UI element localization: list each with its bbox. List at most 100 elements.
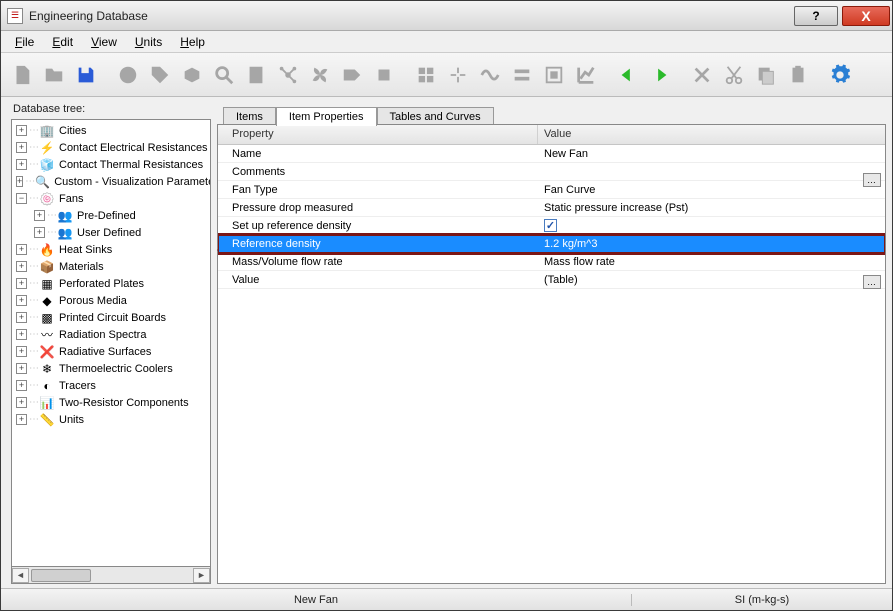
property-row[interactable]: Value(Table)… — [218, 271, 885, 289]
layers-icon[interactable] — [507, 60, 537, 90]
fan-icon[interactable] — [305, 60, 335, 90]
node-icon[interactable] — [273, 60, 303, 90]
property-value[interactable]: Static pressure increase (Pst) — [538, 202, 885, 214]
property-value[interactable]: Mass flow rate — [538, 256, 885, 268]
tree-item[interactable]: +⋯📊Two-Resistor Components — [12, 394, 210, 411]
tree-item[interactable]: +⋯◆Porous Media — [12, 292, 210, 309]
tree-item[interactable]: +⋯❄Thermoelectric Coolers — [12, 360, 210, 377]
expand-toggle[interactable]: + — [16, 176, 23, 187]
forward-icon[interactable] — [645, 60, 675, 90]
tree-item[interactable]: +⋯⚡Contact Electrical Resistances — [12, 139, 210, 156]
tree-item[interactable]: +⋯📏Units — [12, 411, 210, 428]
scroll-right-icon[interactable]: ► — [193, 568, 210, 583]
copy-icon[interactable] — [751, 60, 781, 90]
board-icon[interactable] — [539, 60, 569, 90]
toolbar — [1, 53, 892, 97]
menu-view[interactable]: View — [83, 33, 125, 51]
property-row[interactable]: Reference density1.2 kg/m^3 — [218, 235, 885, 253]
property-value[interactable]: 1.2 kg/m^3 — [538, 238, 885, 250]
database-tree[interactable]: +⋯🏢Cities+⋯⚡Contact Electrical Resistanc… — [11, 119, 211, 567]
tree-item[interactable]: +⋯▩Printed Circuit Boards — [12, 309, 210, 326]
expand-toggle[interactable]: + — [16, 312, 27, 323]
expand-toggle[interactable]: + — [16, 397, 27, 408]
tree-item[interactable]: +⋯〰Radiation Spectra — [12, 326, 210, 343]
grid-icon[interactable] — [411, 60, 441, 90]
menu-edit[interactable]: Edit — [44, 33, 81, 51]
expand-toggle[interactable]: + — [16, 125, 27, 136]
expand-toggle[interactable]: − — [16, 193, 27, 204]
gear-icon[interactable] — [825, 60, 855, 90]
tree-item[interactable]: +⋯◐Tracers — [12, 377, 210, 394]
expand-toggle[interactable]: + — [16, 363, 27, 374]
expand-toggle[interactable]: + — [16, 278, 27, 289]
expand-toggle[interactable]: + — [16, 329, 27, 340]
menu-help[interactable]: Help — [172, 33, 213, 51]
checkbox[interactable]: ✓ — [544, 219, 557, 232]
property-row[interactable]: Set up reference density✓ — [218, 217, 885, 235]
back-icon[interactable] — [613, 60, 643, 90]
tree-item[interactable]: +⋯❌Radiative Surfaces — [12, 343, 210, 360]
search-icon[interactable] — [209, 60, 239, 90]
property-value[interactable]: New Fan — [538, 148, 885, 160]
tree-item-icon: 🔍 — [35, 175, 50, 189]
col-value[interactable]: Value — [538, 125, 885, 144]
tree-item[interactable]: +⋯📦Materials — [12, 258, 210, 275]
folder-icon[interactable] — [39, 60, 69, 90]
tree-item[interactable]: +⋯👥User Defined — [12, 224, 210, 241]
property-row[interactable]: NameNew Fan — [218, 145, 885, 163]
tree-item-label: Cities — [59, 125, 87, 137]
menu-file[interactable]: File — [7, 33, 42, 51]
expand-toggle[interactable]: + — [16, 159, 27, 170]
tree-item[interactable]: −⋯🍥Fans — [12, 190, 210, 207]
tree-item[interactable]: +⋯🔍Custom - Visualization Parameters — [12, 173, 210, 190]
tree-item[interactable]: +⋯🏢Cities — [12, 122, 210, 139]
expand-toggle[interactable]: + — [16, 346, 27, 357]
scroll-thumb[interactable] — [31, 569, 91, 582]
tree-item[interactable]: +⋯🧊Contact Thermal Resistances — [12, 156, 210, 173]
align-icon[interactable] — [443, 60, 473, 90]
wave-icon[interactable] — [475, 60, 505, 90]
col-property[interactable]: Property — [218, 125, 538, 144]
tab-item-properties[interactable]: Item Properties — [276, 107, 377, 126]
chip-icon[interactable] — [369, 60, 399, 90]
expand-toggle[interactable]: + — [16, 380, 27, 391]
tree-hscrollbar[interactable]: ◄ ► — [11, 567, 211, 584]
ellipsis-button[interactable]: … — [863, 275, 881, 289]
label-icon[interactable] — [337, 60, 367, 90]
expand-toggle[interactable]: + — [16, 244, 27, 255]
expand-toggle[interactable]: + — [34, 227, 45, 238]
expand-toggle[interactable]: + — [16, 261, 27, 272]
property-name: Pressure drop measured — [218, 202, 538, 214]
expand-toggle[interactable]: + — [16, 414, 27, 425]
property-value[interactable]: Fan Curve — [538, 184, 885, 196]
property-row[interactable]: Comments… — [218, 163, 885, 181]
paste-icon[interactable] — [783, 60, 813, 90]
sphere-icon[interactable] — [113, 60, 143, 90]
delete-icon[interactable] — [687, 60, 717, 90]
tree-item[interactable]: +⋯👥Pre-Defined — [12, 207, 210, 224]
expand-toggle[interactable]: + — [16, 295, 27, 306]
expand-toggle[interactable]: + — [34, 210, 45, 221]
cube-icon[interactable] — [177, 60, 207, 90]
doc-icon[interactable] — [241, 60, 271, 90]
property-row[interactable]: Mass/Volume flow rateMass flow rate — [218, 253, 885, 271]
property-row[interactable]: Pressure drop measuredStatic pressure in… — [218, 199, 885, 217]
scroll-left-icon[interactable]: ◄ — [12, 568, 29, 583]
expand-toggle[interactable]: + — [16, 142, 27, 153]
help-button[interactable]: ? — [794, 6, 838, 26]
tree-item-icon: 👥 — [57, 209, 73, 223]
new-icon[interactable] — [7, 60, 37, 90]
menu-units[interactable]: Units — [127, 33, 170, 51]
property-value[interactable]: (Table)… — [538, 274, 885, 286]
tree-item[interactable]: +⋯▦Perforated Plates — [12, 275, 210, 292]
cut-icon[interactable] — [719, 60, 749, 90]
property-value[interactable]: ✓ — [538, 219, 885, 232]
tree-item[interactable]: +⋯🔥Heat Sinks — [12, 241, 210, 258]
tag-icon[interactable] — [145, 60, 175, 90]
save-icon[interactable] — [71, 60, 101, 90]
chart-icon[interactable] — [571, 60, 601, 90]
property-row[interactable]: Fan TypeFan Curve — [218, 181, 885, 199]
close-button[interactable]: X — [842, 6, 890, 26]
property-name: Mass/Volume flow rate — [218, 256, 538, 268]
tree-item-icon: 🔥 — [39, 243, 55, 257]
